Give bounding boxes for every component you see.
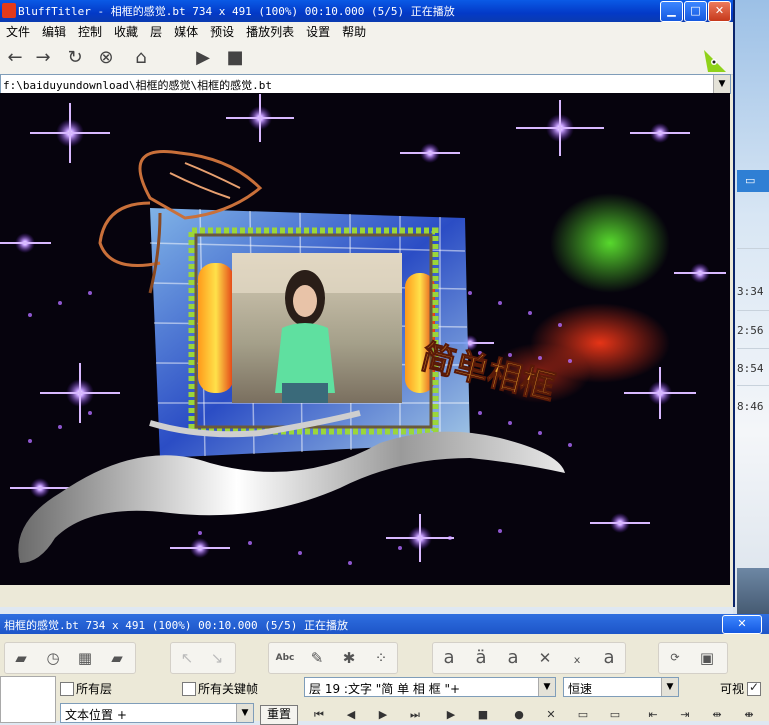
expand-keys-icon[interactable]: ⇼ <box>738 708 760 722</box>
background-tab[interactable]: ▭ <box>737 170 769 192</box>
compress-icon[interactable]: ⇹ <box>706 708 728 722</box>
chevron-down-icon[interactable]: ▼ <box>661 678 678 696</box>
menu-help[interactable]: 帮助 <box>336 22 372 42</box>
logo-icon <box>704 50 726 72</box>
next-key-icon[interactable]: ▶ <box>372 708 394 722</box>
folder-open-icon[interactable]: ▰ <box>8 646 34 670</box>
shape-icon[interactable]: ✱ <box>336 646 362 670</box>
layer-select[interactable]: 层 19 :文字 "简 单 相 框 "+ ▼ <box>304 677 556 697</box>
visible-label: 可视 <box>720 682 745 696</box>
expand-icon[interactable]: ↖ <box>174 646 200 670</box>
menu-media[interactable]: 媒体 <box>168 22 204 42</box>
minimize-button[interactable]: ▁ <box>660 1 683 22</box>
text-layer-icon[interactable]: Abc <box>272 646 298 670</box>
menu-playlist[interactable]: 播放列表 <box>240 22 300 42</box>
visible-checkbox[interactable] <box>747 680 761 696</box>
menu-edit[interactable]: 编辑 <box>36 22 72 42</box>
bg-time-2: 2:56 <box>737 324 764 337</box>
window-footer <box>0 585 733 607</box>
bg-time-4: 8:46 <box>737 400 764 413</box>
all-keyframes-checkbox[interactable] <box>182 682 196 696</box>
text-a-x-icon[interactable]: ₓ <box>564 646 590 670</box>
play-icon[interactable]: ▶ <box>190 46 216 70</box>
window-title: BluffTitler - 相框的感觉.bt 734 x 491 (100%) … <box>18 5 455 18</box>
collapse-icon[interactable]: ↘ <box>204 646 230 670</box>
text-aa-icon[interactable]: a <box>596 646 622 670</box>
property-select[interactable]: 文本位置 + ▼ <box>60 703 254 723</box>
menu-layer[interactable]: 层 <box>144 22 168 42</box>
preview-canvas[interactable]: 简单相框 <box>0 93 730 585</box>
refresh-icon[interactable]: ↻ <box>62 46 88 70</box>
menu-control[interactable]: 控制 <box>72 22 108 42</box>
folder-save-icon[interactable]: ▰ <box>104 646 130 670</box>
reset-button[interactable]: 重置 <box>260 705 298 725</box>
menu-bar: 文件 编辑 控制 收藏层媒体 预设 播放列表 设置 帮助 <box>0 22 733 42</box>
bg-time-3: 8:54 <box>737 362 764 375</box>
all-layers-checkbox[interactable] <box>60 682 74 696</box>
stop-icon[interactable]: ■ <box>222 46 248 70</box>
text-a-fill-icon[interactable]: a <box>500 646 526 670</box>
chevron-down-icon[interactable]: ▼ <box>236 704 253 722</box>
background-window: ▭ 3:34 2:56 8:54 8:46 <box>733 0 769 721</box>
record-icon[interactable]: ● <box>508 708 530 722</box>
app-icon <box>2 3 16 18</box>
title-bar[interactable]: BluffTitler - 相框的感觉.bt 734 x 491 (100%) … <box>0 0 733 22</box>
arrow-left-icon[interactable]: ← <box>2 46 28 70</box>
close-button[interactable]: ✕ <box>708 1 731 22</box>
layer-list[interactable] <box>0 676 56 723</box>
home-icon[interactable]: ⌂ <box>128 46 154 70</box>
stop-circle-icon[interactable]: ⊗ <box>93 46 119 70</box>
menu-settings[interactable]: 设置 <box>300 22 336 42</box>
clock-icon[interactable]: ◷ <box>40 646 66 670</box>
move-left-icon[interactable]: ⇤ <box>642 708 664 722</box>
path-value: f:\baiduyundownload\相框的感觉\相框的感觉.bt <box>3 79 272 92</box>
speed-select-value: 恒速 <box>568 682 593 696</box>
lock-icon[interactable]: ▣ <box>694 646 720 670</box>
bg-time-1: 3:34 <box>737 285 764 298</box>
main-window: BluffTitler - 相框的感觉.bt 734 x 491 (100%) … <box>0 0 735 607</box>
text-a-icon[interactable]: a <box>436 646 462 670</box>
text-a-dots-icon[interactable]: ä <box>468 646 494 670</box>
stop-icon[interactable]: ■ <box>472 708 494 722</box>
layers-icon[interactable]: ▦ <box>72 646 98 670</box>
skip-end-icon[interactable]: ⏭ <box>404 708 426 722</box>
panel-close-button[interactable]: ✕ <box>722 615 762 634</box>
property-select-value: 文本位置 + <box>65 708 127 722</box>
toolbar: ← → ↻ ⊗ ⌂ ▶ ■ <box>0 42 733 75</box>
arrow-right-icon[interactable]: → <box>30 46 56 70</box>
paste-key-icon[interactable]: ▭ <box>604 708 626 722</box>
delete-char-icon[interactable]: ✕ <box>532 646 558 670</box>
panel-title-bar[interactable]: 相框的感觉.bt 734 x 491 (100%) 00:10.000 (5/5… <box>0 614 769 634</box>
menu-favorites[interactable]: 收藏 <box>108 22 144 42</box>
auto-rotate-icon[interactable]: ⟳ <box>662 646 688 670</box>
pen-icon[interactable]: ✎ <box>304 646 330 670</box>
chevron-down-icon[interactable]: ▼ <box>538 678 555 696</box>
prev-key-icon[interactable]: ◀ <box>340 708 362 722</box>
skip-start-icon[interactable]: ⏮ <box>308 708 330 722</box>
all-keyframes-label: 所有关键帧 <box>198 682 259 696</box>
copy-key-icon[interactable]: ▭ <box>572 708 594 722</box>
menu-presets[interactable]: 预设 <box>204 22 240 42</box>
menu-file[interactable]: 文件 <box>0 22 36 42</box>
panel-title: 相框的感觉.bt 734 x 491 (100%) 00:10.000 (5/5… <box>4 619 349 632</box>
play-icon[interactable]: ▶ <box>440 708 462 722</box>
particles-icon[interactable]: ⁘ <box>368 646 394 670</box>
all-layers-label: 所有层 <box>76 682 113 696</box>
speed-select[interactable]: 恒速 ▼ <box>563 677 679 697</box>
maximize-button[interactable]: □ <box>684 1 707 22</box>
layer-select-value: 层 19 :文字 "简 单 相 框 "+ <box>309 682 461 696</box>
path-combobox[interactable]: f:\baiduyundownload\相框的感觉\相框的感觉.bt ▼ <box>0 74 731 94</box>
delete-key-icon[interactable]: ✕ <box>540 708 562 722</box>
preview-scene: 简单相框 <box>0 94 726 565</box>
move-right-icon[interactable]: ⇥ <box>674 708 696 722</box>
chevron-down-icon[interactable]: ▼ <box>713 75 730 93</box>
